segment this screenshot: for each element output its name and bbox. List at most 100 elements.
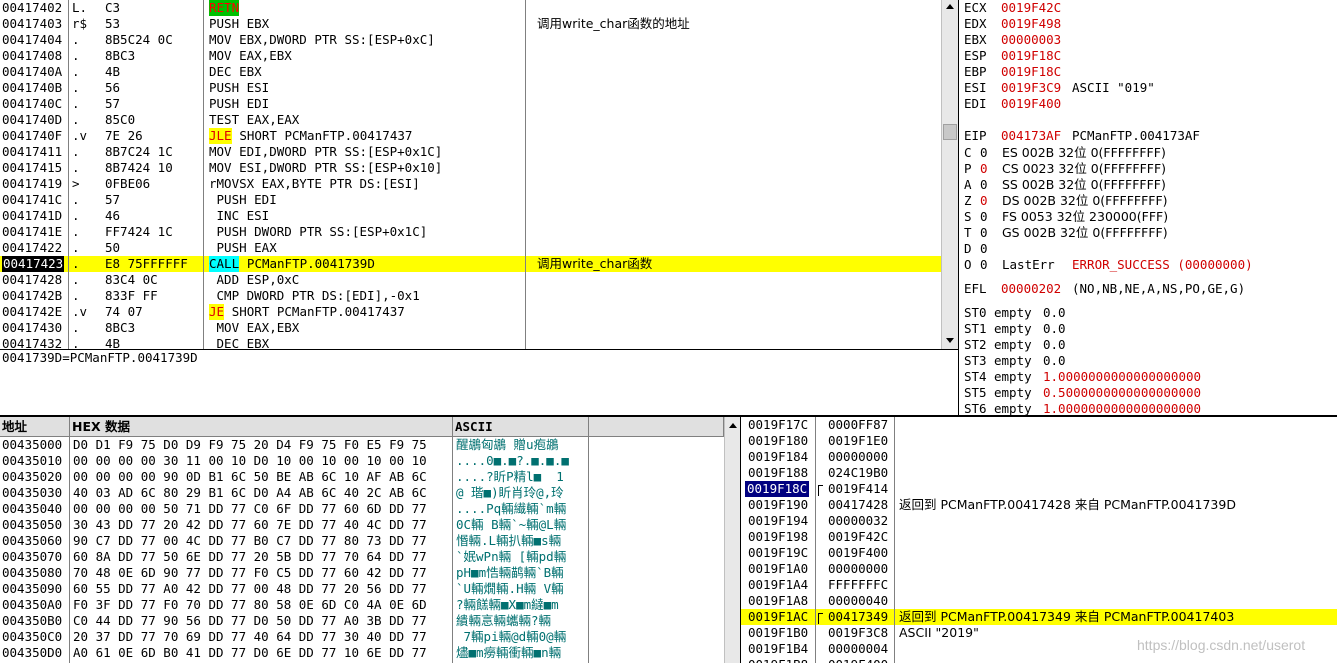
- stack-row[interactable]: 0019F184 00000000: [741, 449, 1337, 465]
- dump-ascii: `U輛燗輛.H輛 V輛: [456, 581, 564, 596]
- dump-row[interactable]: 00435030 40 03 AD 6C 80 29 B1 6C D0 A4 AB…: [0, 485, 724, 501]
- dump-row[interactable]: 00435040 00 00 00 00 50 71 DD 77 C0 6F DD…: [0, 501, 724, 517]
- stack-row[interactable]: 0019F188 024C19B0: [741, 465, 1337, 481]
- dump-hex: A0 61 0E 6D B0 41 DD 77 D0 6E DD 77 10 6…: [73, 645, 427, 660]
- stack-row[interactable]: 0019F1A4 FFFFFFFC: [741, 577, 1337, 593]
- disasm-row[interactable]: 0041741C. 57 PUSH EDI: [0, 192, 941, 208]
- dump-header-hex[interactable]: HEX 数据: [70, 417, 453, 437]
- dump-row[interactable]: 00435010 00 00 00 00 30 11 00 10 D0 10 00…: [0, 453, 724, 469]
- disasm-row[interactable]: 00417415. 8B7424 10 MOV ESI,DWORD PTR SS:[…: [0, 160, 941, 176]
- stack-row[interactable]: 0019F1B8 0019F400: [741, 657, 1337, 663]
- register-name: ECX: [964, 0, 987, 15]
- disasm-row[interactable]: 00417430. 8BC3 MOV EAX,EBX: [0, 320, 941, 336]
- scroll-down-arrow[interactable]: [946, 338, 954, 343]
- disasm-row[interactable]: 0041741E. FF7424 1C PUSH DWORD PTR SS:[ES…: [0, 224, 941, 240]
- stack-pane[interactable]: 0019F17C 0000FF87 0019F180 0019F1E0 0019F184…: [741, 417, 1337, 663]
- stack-address: 0019F1AC: [748, 609, 809, 624]
- dump-scrollbar[interactable]: [724, 417, 740, 663]
- flow-marker: .: [72, 160, 80, 175]
- stack-row[interactable]: 0019F198 0019F42C: [741, 529, 1337, 545]
- mnemonic: RETN: [209, 0, 240, 16]
- stack-row[interactable]: 0019F1A0 00000000: [741, 561, 1337, 577]
- disasm-row[interactable]: 00417419 >0FBE06 rMOVSX EAX,BYTE PTR DS:[E…: [0, 176, 941, 192]
- scroll-up-arrow[interactable]: [729, 423, 737, 428]
- stack-row[interactable]: 0019F17C 0000FF87: [741, 417, 1337, 433]
- disasm-row[interactable]: 0041740A. 4B DEC EBX: [0, 64, 941, 80]
- flow-marker: .v: [72, 304, 88, 319]
- stack-row[interactable]: 0019F194 00000032: [741, 513, 1337, 529]
- stack-row[interactable]: 0019F180 0019F1E0: [741, 433, 1337, 449]
- dump-address: 004350D0: [2, 645, 63, 660]
- stack-row[interactable]: 0019F18C 0019F414: [741, 481, 1337, 497]
- efl-value: 00000202: [1001, 281, 1062, 296]
- disasm-row[interactable]: 00417411. 8B7C24 1C MOV EDI,DWORD PTR SS:[…: [0, 144, 941, 160]
- dump-header-filler: [589, 417, 724, 437]
- disasm-row[interactable]: 00417432. 4B DEC EBX: [0, 336, 941, 350]
- dump-header-ascii[interactable]: ASCII: [453, 417, 589, 437]
- disasm-row[interactable]: 0041740B. 56 PUSH ESI: [0, 80, 941, 96]
- disasm-row[interactable]: 0041742B. 833F FF CMP DWORD PTR DS:[EDI],…: [0, 288, 941, 304]
- efl-label: EFL: [964, 281, 987, 296]
- disassembly-pane[interactable]: 00417402 L. C3 RETN 00417403 r$ 53 PUSH EBX 调用wr…: [0, 0, 958, 350]
- info-line: 0041739D=PCManFTP.0041739D: [2, 350, 198, 365]
- disasm-row[interactable]: 0041742E .v 74 07 JE SHORT PCManFTP.0041743…: [0, 304, 941, 320]
- fpu-value: 0.0: [1043, 353, 1066, 368]
- dump-hex: 70 48 0E 6D 90 77 DD 77 F0 C5 DD 77 60 4…: [73, 565, 427, 580]
- disasm-row[interactable]: 00417423. E8 75FFFFFF CALL PCManFTP.004173…: [0, 256, 941, 272]
- stack-row[interactable]: 0019F1AC 00417349 返回到 PCManFTP.00417349 来自…: [741, 609, 1337, 625]
- instruction: DEC EBX: [209, 64, 262, 79]
- register-value: 0019F42C: [1001, 0, 1062, 15]
- disasm-row[interactable]: 00417428. 83C4 0C ADD ESP,0xC: [0, 272, 941, 288]
- disasm-row[interactable]: 0041740F .v 7E 26 JLE SHORT PCManFTP.004174…: [0, 128, 941, 144]
- flow-marker: .: [72, 48, 80, 63]
- fpu-register: ST4: [964, 369, 987, 384]
- dump-pane[interactable]: 地址 HEX 数据 ASCII 00435000 D0 D1 F9 75 D0 D…: [0, 417, 740, 663]
- disassembly-scrollbar[interactable]: [941, 0, 958, 350]
- instruction-address: 00417411: [2, 144, 63, 159]
- dump-hex: F0 3F DD 77 F0 70 DD 77 80 58 0E 6D C0 4…: [73, 597, 427, 612]
- scroll-thumb[interactable]: [943, 124, 957, 140]
- opcode-bytes: 83C4 0C: [105, 272, 158, 287]
- instruction: DEC EBX: [209, 336, 270, 350]
- dump-row[interactable]: 004350D0 A0 61 0E 6D B0 41 DD 77 D0 6E DD…: [0, 645, 724, 661]
- register-name: ESP: [964, 48, 987, 63]
- dump-header-addr[interactable]: 地址: [0, 417, 70, 437]
- opcode-bytes: 85C0: [105, 112, 136, 127]
- dump-row[interactable]: 004350A0 F0 3F DD 77 F0 70 DD 77 80 58 0E…: [0, 597, 724, 613]
- dump-row[interactable]: 00435000 D0 D1 F9 75 D0 D9 F9 75 20 D4 F9…: [0, 437, 724, 453]
- disasm-row[interactable]: 0041740C. 57 PUSH EDI: [0, 96, 941, 112]
- stack-row[interactable]: 0019F190 00417428 返回到 PCManFTP.00417428 来自…: [741, 497, 1337, 513]
- stack-address: 0019F198: [748, 529, 809, 544]
- disasm-row[interactable]: 00417402 L. C3 RETN: [0, 0, 941, 16]
- instruction-address: 00417419: [2, 176, 63, 191]
- instruction: MOV EAX,EBX: [209, 48, 292, 63]
- dump-row[interactable]: 00435070 60 8A DD 77 50 6E DD 77 20 5B DD…: [0, 549, 724, 565]
- stack-row[interactable]: 0019F1A8 00000040: [741, 593, 1337, 609]
- disasm-row[interactable]: 0041740D. 85C0 TEST EAX,EAX: [0, 112, 941, 128]
- dump-row[interactable]: 004350C0 20 37 DD 77 70 69 DD 77 40 64 DD…: [0, 629, 724, 645]
- mnemonic: JE: [209, 304, 225, 320]
- dump-row[interactable]: 00435090 60 55 DD 77 A0 42 DD 77 00 48 DD…: [0, 581, 724, 597]
- dump-row[interactable]: 00435050 30 43 DD 77 20 42 DD 77 60 7E DD…: [0, 517, 724, 533]
- registers-pane[interactable]: ECX 0019F42C EDX 0019F498 EBX 00000003 ESP 0019…: [959, 0, 1337, 416]
- instruction: MOV EDI,DWORD PTR SS:[ESP+0x1C]: [209, 144, 443, 159]
- stack-row[interactable]: 0019F19C 0019F400: [741, 545, 1337, 561]
- disasm-row[interactable]: 0041741D. 46 INC ESI: [0, 208, 941, 224]
- dump-row[interactable]: 00435060 90 C7 DD 77 00 4C DD 77 B0 C7 DD…: [0, 533, 724, 549]
- opcode-bytes: 8BC3: [105, 48, 136, 63]
- dump-row[interactable]: 004350B0 C0 44 DD 77 90 56 DD 77 D0 50 DD…: [0, 613, 724, 629]
- disasm-row[interactable]: 00417422. 50 PUSH EAX: [0, 240, 941, 256]
- instruction-address: 00417423: [2, 256, 65, 272]
- mnemonic: CALL: [209, 256, 240, 272]
- disasm-row[interactable]: 00417408. 8BC3 MOV EAX,EBX: [0, 48, 941, 64]
- dump-hex: 00 00 00 00 30 11 00 10 D0 10 00 10 00 1…: [73, 453, 427, 468]
- dump-row[interactable]: 00435020 00 00 00 00 90 0D B1 6C 50 BE AB…: [0, 469, 724, 485]
- operands: SHORT PCManFTP.00417437: [224, 304, 405, 319]
- register-extra: ASCII "019": [1072, 80, 1155, 95]
- scroll-up-arrow[interactable]: [946, 4, 954, 9]
- dump-row[interactable]: 00435080 70 48 0E 6D 90 77 DD 77 F0 C5 DD…: [0, 565, 724, 581]
- efl-flags: (NO,NB,NE,A,NS,PO,GE,G): [1072, 281, 1246, 296]
- disasm-row[interactable]: 00417403 r$ 53 PUSH EBX 调用write_char函数的地址: [0, 16, 941, 32]
- flag-value: 0: [980, 241, 988, 256]
- disasm-row[interactable]: 00417404. 8B5C24 0C MOV EBX,DWORD PTR SS:[…: [0, 32, 941, 48]
